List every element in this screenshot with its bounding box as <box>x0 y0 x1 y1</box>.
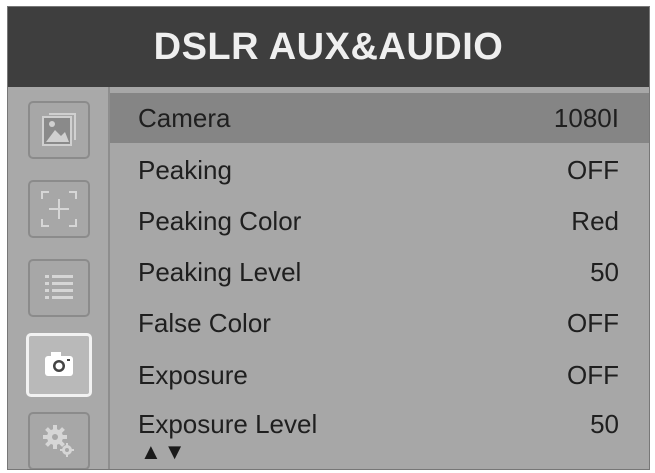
row-value: OFF <box>567 154 619 185</box>
list-icon <box>41 270 77 306</box>
row-label: False Color <box>138 307 271 338</box>
crosshair-frame-icon <box>39 189 79 229</box>
menu-row-exposure-level[interactable]: Exposure Level 50 <box>110 399 649 449</box>
row-value: OFF <box>567 307 619 338</box>
menu-title: DSLR AUX&AUDIO <box>153 25 504 68</box>
menu-row-peaking-color[interactable]: Peaking Color Red <box>110 196 649 246</box>
camera-icon <box>41 348 77 382</box>
row-value: OFF <box>567 359 619 390</box>
row-label: Peaking <box>138 154 232 185</box>
row-label: Peaking Color <box>138 205 302 236</box>
sidebar-item-list[interactable] <box>28 259 90 317</box>
title-bar: DSLR AUX&AUDIO <box>8 7 649 87</box>
menu-row-peaking[interactable]: Peaking OFF <box>110 145 649 195</box>
row-label: Exposure <box>138 359 248 390</box>
menu-row-exposure[interactable]: Exposure OFF <box>110 350 649 400</box>
sidebar-item-marker[interactable] <box>28 180 90 238</box>
row-value: Red <box>571 205 619 236</box>
row-value: 50 <box>590 256 619 287</box>
row-label: Exposure Level <box>138 408 318 439</box>
sidebar-item-settings[interactable] <box>28 412 90 469</box>
sidebar <box>8 87 110 469</box>
row-value: 1080I <box>553 102 619 133</box>
row-label: Camera <box>138 102 231 133</box>
menu-list: Camera 1080I Peaking OFF Peaking Color R… <box>110 87 649 469</box>
menu-row-false-color[interactable]: False Color OFF <box>110 298 649 348</box>
gear-icon <box>41 423 77 459</box>
row-label: Peaking Level <box>138 256 302 287</box>
scroll-arrows-icon[interactable]: ▲▼ <box>140 439 188 465</box>
sidebar-item-picture[interactable] <box>28 101 90 159</box>
menu-row-peaking-level[interactable]: Peaking Level 50 <box>110 247 649 297</box>
menu-row-camera[interactable]: Camera 1080I <box>110 93 649 143</box>
osd-menu: DSLR AUX&AUDIO Camera 1080I Peaking OFF … <box>7 6 650 470</box>
picture-icon <box>41 112 77 148</box>
sidebar-item-camera[interactable] <box>26 333 92 397</box>
row-value: 50 <box>590 408 619 439</box>
